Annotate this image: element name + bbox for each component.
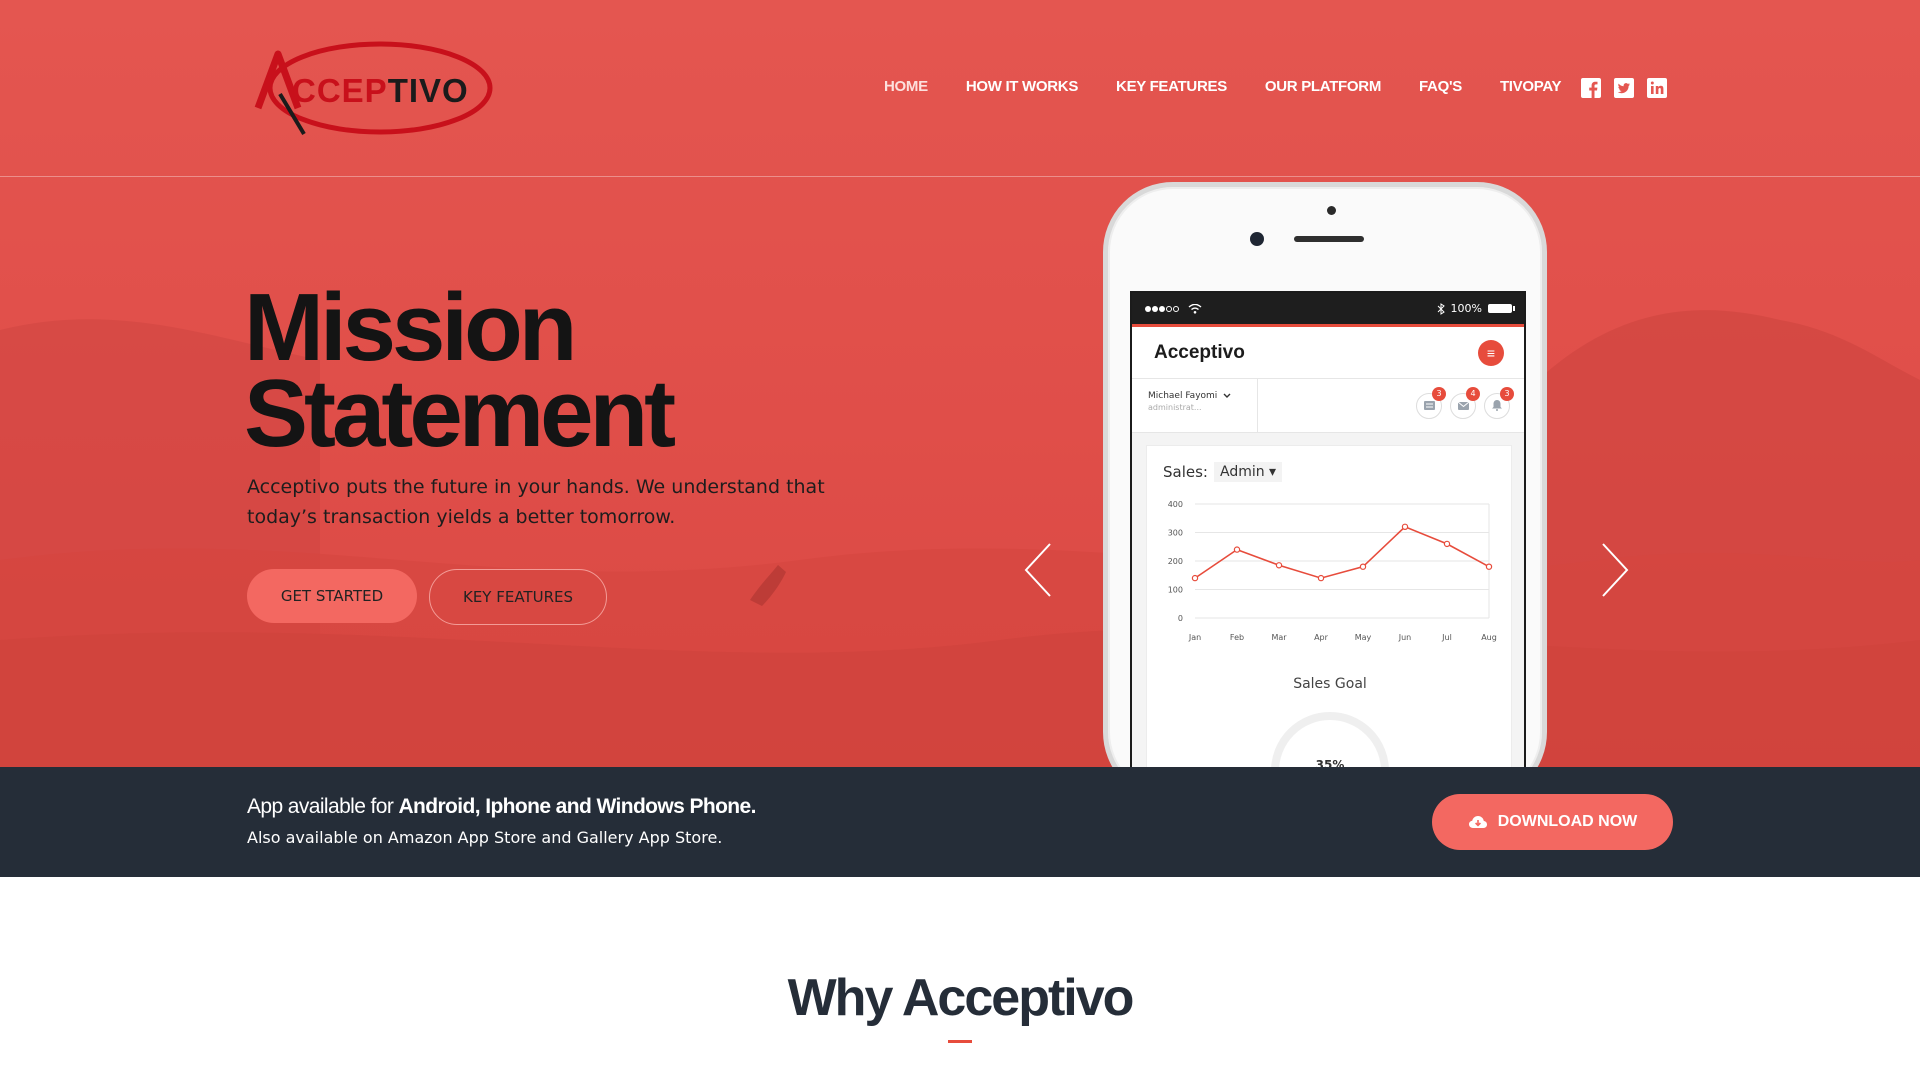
chart-y-tick-label: 400	[1168, 500, 1183, 509]
alerts-badge: 3	[1500, 386, 1514, 401]
availability-bar: App available for Android, Iphone and Wi…	[0, 767, 1920, 877]
main-nav: HOME HOW IT WORKS KEY FEATURES OUR PLATF…	[884, 78, 1599, 95]
sales-goal-value: 35%	[1315, 758, 1345, 767]
tasks-badge: 3	[1432, 386, 1446, 401]
messages-icon[interactable]: 4	[1450, 386, 1480, 419]
wifi-icon	[1188, 303, 1202, 314]
nav-home[interactable]: HOME	[884, 78, 928, 95]
user-name: Michael Fayomi	[1148, 390, 1218, 401]
app-bar: Acceptivo ≡	[1132, 327, 1524, 379]
signal-dots-icon	[1145, 305, 1179, 312]
carousel-prev-arrow-icon[interactable]	[1022, 540, 1056, 600]
linkedin-icon[interactable]	[1646, 77, 1668, 99]
chart-data-point	[1443, 540, 1451, 548]
chart-data-point	[1401, 523, 1409, 530]
availability-subline: Also available on Amazon App Store and G…	[247, 828, 723, 847]
acceptivo-logo[interactable]: CCEPTIVO	[252, 34, 502, 142]
sales-filter-select[interactable]: Admin ▾	[1213, 462, 1283, 482]
site-header: CCEPTIVO HOME HOW IT WORKS KEY FEATURES …	[0, 0, 1920, 177]
chart-x-tick-label: Jun	[1398, 633, 1412, 642]
hero-description: Acceptivo puts the future in your hands.…	[247, 476, 825, 528]
phone-screen: 100% Acceptivo ≡ Michael Fayomi administ…	[1130, 291, 1526, 767]
chart-data-point	[1359, 563, 1367, 570]
phone-status-bar: 100%	[1132, 293, 1524, 327]
chart-data-point	[1275, 562, 1283, 569]
why-acceptivo-title: Why Acceptivo	[787, 969, 1135, 1027]
nav-our-platform[interactable]: OUR PLATFORM	[1265, 78, 1381, 95]
bluetooth-icon	[1437, 302, 1445, 315]
user-dropdown[interactable]: Michael Fayomi administrat...	[1132, 378, 1258, 433]
envelope-icon	[1457, 401, 1469, 410]
bell-icon	[1492, 400, 1502, 411]
hamburger-menu-icon[interactable]: ≡	[1478, 339, 1504, 366]
phone-camera	[1327, 206, 1336, 215]
user-role: administrat...	[1148, 402, 1202, 412]
hero-title-line1: Mission	[244, 274, 577, 381]
phone-mockup: 100% Acceptivo ≡ Michael Fayomi administ…	[1103, 182, 1547, 767]
social-links	[1580, 77, 1668, 99]
availability-platforms: Android, Iphone and Windows Phone.	[398, 795, 756, 818]
availability-prefix: App available for	[247, 795, 399, 818]
download-now-button[interactable]: DOWNLOAD NOW	[1432, 794, 1673, 850]
sales-label: Sales:	[1163, 463, 1208, 481]
nav-tivopay[interactable]: TIVOPAY	[1500, 78, 1562, 95]
chart-y-tick-label: 100	[1168, 586, 1183, 595]
sales-filter-value: Admin	[1219, 464, 1265, 480]
hero-title: Mission Statement	[244, 274, 676, 467]
chart-x-tick-label: Aug	[1481, 633, 1497, 642]
phone-speaker	[1294, 236, 1364, 242]
chart-series-line	[1194, 525, 1490, 579]
battery-icon	[1488, 304, 1515, 313]
facebook-icon[interactable]	[1580, 77, 1602, 99]
app-title: Acceptivo	[1154, 341, 1245, 363]
tasks-icon[interactable]: 3	[1416, 386, 1446, 419]
chart-x-tick-label: Jul	[1441, 633, 1452, 642]
sales-line-chart: 0 100 200 300 400 Jan Feb Mar Apr May Jun Jul Aug	[1168, 500, 1497, 642]
nav-faqs[interactable]: FAQ'S	[1419, 78, 1462, 95]
battery-percentage: 100%	[1450, 302, 1482, 315]
chart-data-point	[1191, 574, 1199, 582]
carousel-next-arrow-icon[interactable]	[1597, 540, 1631, 600]
key-features-button[interactable]: KEY FEATURES	[429, 569, 607, 625]
alerts-icon[interactable]: 3	[1484, 386, 1514, 419]
notification-icons: 3 4 3	[1416, 386, 1524, 419]
phone-sensor	[1250, 232, 1264, 246]
list-icon	[1423, 401, 1435, 410]
title-underline	[948, 1040, 972, 1043]
download-now-label: DOWNLOAD NOW	[1497, 813, 1638, 830]
sales-card: Sales: Admin ▾ 0 100 200 300 400 Jan Feb Mar Apr…	[1146, 445, 1512, 767]
chart-y-tick-label: 0	[1178, 614, 1183, 623]
get-started-button[interactable]: GET STARTED	[247, 569, 417, 623]
chart-x-tick-label: Mar	[1271, 633, 1287, 642]
chevron-down-icon	[1223, 393, 1231, 398]
nav-how-it-works[interactable]: HOW IT WORKS	[966, 78, 1079, 95]
nav-key-features[interactable]: KEY FEATURES	[1116, 78, 1227, 95]
chart-data-point	[1485, 563, 1493, 570]
chart-data-point	[1233, 546, 1241, 553]
chart-data-point	[1317, 574, 1325, 582]
hero-title-line2: Statement	[244, 360, 676, 467]
user-bar: Michael Fayomi administrat... 3 4 3	[1132, 378, 1524, 433]
logo-text: CCEPTIVO	[292, 72, 469, 109]
chart-x-tick-label: Jan	[1188, 633, 1201, 642]
hero-section: CCEPTIVO HOME HOW IT WORKS KEY FEATURES …	[0, 0, 1920, 767]
twitter-icon[interactable]	[1613, 77, 1635, 99]
chart-x-tick-label: Feb	[1230, 633, 1244, 642]
messages-badge: 4	[1466, 386, 1480, 401]
chart-x-tick-label: May	[1355, 633, 1372, 642]
cloud-download-icon	[1468, 816, 1487, 828]
chart-x-tick-label: Apr	[1314, 633, 1329, 642]
sales-goal-title: Sales Goal	[1293, 676, 1367, 692]
chart-y-tick-label: 300	[1168, 529, 1183, 538]
chart-y-tick-label: 200	[1168, 557, 1183, 566]
availability-headline: App available for Android, Iphone and Wi…	[247, 795, 756, 819]
